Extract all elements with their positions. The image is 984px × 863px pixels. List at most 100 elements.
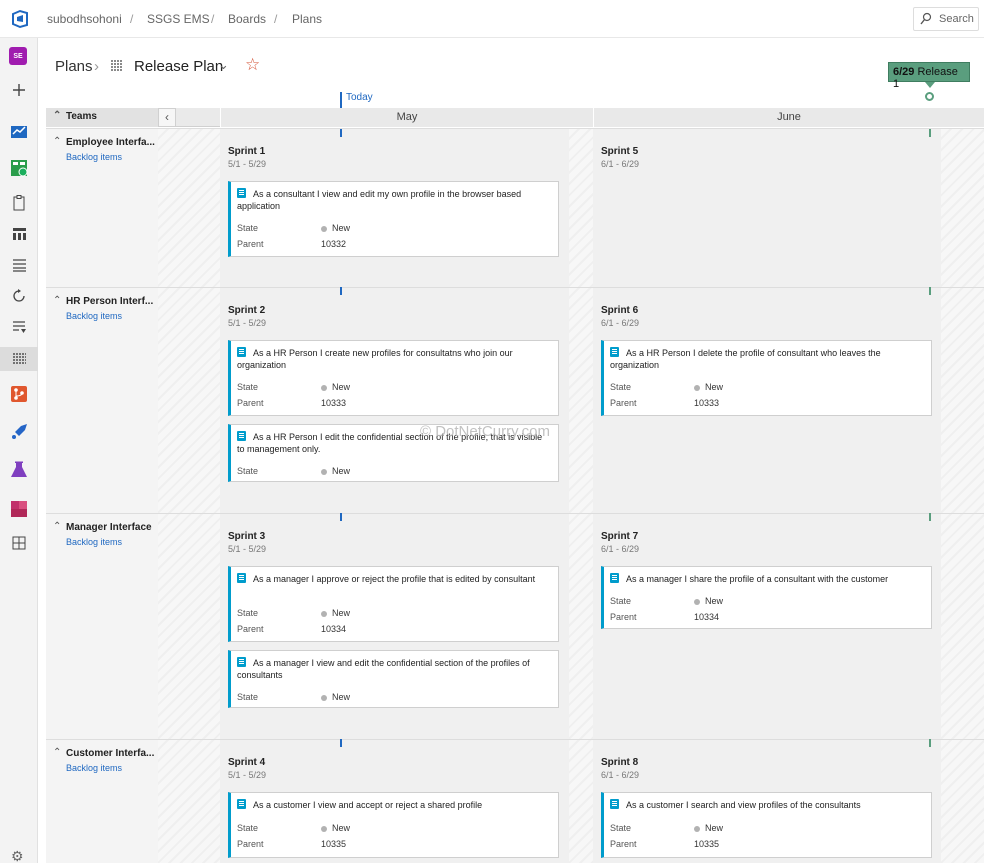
team-swimlane: ⌃ Manager Interface Backlog items Sprint… [46, 513, 984, 739]
parent-label: Parent [237, 239, 264, 249]
team-name[interactable]: Customer Interfa... [66, 748, 154, 759]
state-value: New [321, 608, 350, 618]
work-item-card[interactable]: As a consultant I view and edit my own p… [228, 181, 559, 257]
state-dot-icon [694, 598, 700, 605]
teams-header[interactable]: ⌃ Teams [46, 108, 158, 127]
state-value: New [694, 596, 723, 606]
chevron-up-icon[interactable]: ⌃ [53, 747, 61, 758]
breadcrumb-project[interactable]: SSGS EMS [147, 12, 210, 26]
parent-label: Parent [610, 839, 637, 849]
chevron-up-icon[interactable]: ⌃ [53, 521, 61, 532]
plan-title[interactable]: Release Plan [134, 58, 223, 75]
card-title[interactable]: As a HR Person I delete the profile of c… [610, 347, 925, 371]
parent-label: Parent [237, 398, 264, 408]
state-value: New [321, 382, 350, 392]
breadcrumb-org[interactable]: subodhsohoni [47, 12, 122, 26]
state-label: State [237, 823, 259, 833]
team-name[interactable]: HR Person Interf... [66, 296, 153, 307]
collapse-teams-button[interactable]: ‹ [158, 108, 176, 127]
backlog-items-link[interactable]: Backlog items [66, 311, 122, 321]
team-name[interactable]: Manager Interface [66, 522, 152, 533]
work-item-card[interactable]: As a customer I view and accept or rejec… [228, 792, 559, 858]
work-item-card[interactable]: As a HR Person I create new profiles for… [228, 340, 559, 416]
card-title[interactable]: As a HR Person I create new profiles for… [237, 347, 552, 371]
work-item-card[interactable]: As a manager I view and edit the confide… [228, 650, 559, 708]
backlog-items-link[interactable]: Backlog items [66, 537, 122, 547]
breadcrumb-boards[interactable]: Boards [228, 12, 266, 26]
pipelines-icon[interactable] [9, 422, 29, 442]
parent-label: Parent [237, 839, 264, 849]
team-swimlane: ⌃ HR Person Interf... Backlog items Spri… [46, 287, 984, 513]
search-box[interactable]: Search [913, 7, 979, 31]
backlog-items-link[interactable]: Backlog items [66, 763, 122, 773]
state-value: New [321, 692, 350, 702]
month-may: May [220, 108, 593, 127]
team-name[interactable]: Employee Interfa... [66, 137, 155, 148]
backlogs-icon[interactable] [9, 255, 29, 275]
sprints-icon[interactable] [9, 286, 29, 306]
parent-value[interactable]: 10334 [321, 624, 346, 634]
state-dot-icon [321, 610, 327, 617]
card-title[interactable]: As a manager I share the profile of a co… [610, 573, 925, 585]
plans-icon[interactable] [9, 349, 29, 369]
sprint-dates: 6/1 - 6/29 [601, 770, 640, 780]
chevron-up-icon[interactable]: ⌃ [53, 110, 61, 121]
card-title[interactable]: As a customer I search and view profiles… [610, 799, 925, 811]
repos-icon[interactable] [9, 384, 29, 404]
sprint-title[interactable]: Sprint 6 [601, 305, 638, 316]
chevron-down-icon[interactable]: ⌄ [218, 57, 229, 73]
card-title[interactable]: As a consultant I view and edit my own p… [237, 188, 552, 212]
today-line-segment [340, 513, 342, 521]
parent-value[interactable]: 10333 [321, 398, 346, 408]
team-swimlane: ⌃ Customer Interfa... Backlog items Spri… [46, 739, 984, 863]
work-item-card[interactable]: As a manager I approve or reject the pro… [228, 566, 559, 642]
chevron-up-icon[interactable]: ⌃ [53, 295, 61, 306]
sprint-title[interactable]: Sprint 7 [601, 531, 638, 542]
sprint-dates: 5/1 - 5/29 [228, 318, 267, 328]
state-label: State [237, 692, 259, 702]
work-items-icon[interactable] [9, 193, 29, 213]
plans-breadcrumb-link[interactable]: Plans [55, 58, 93, 75]
boards-icon[interactable] [9, 158, 29, 178]
board-grid-icon[interactable] [9, 224, 29, 244]
sprint-title[interactable]: Sprint 5 [601, 146, 638, 157]
parent-value[interactable]: 10332 [321, 239, 346, 249]
parent-value[interactable]: 10335 [321, 839, 346, 849]
artifacts-icon[interactable] [9, 499, 29, 519]
work-item-card[interactable]: As a customer I search and view profiles… [601, 792, 932, 858]
breadcrumb-plans[interactable]: Plans [292, 12, 322, 26]
card-title[interactable]: As a manager I view and edit the confide… [237, 657, 552, 681]
azure-devops-logo-icon[interactable] [10, 9, 30, 29]
queries-icon[interactable] [9, 317, 29, 337]
top-bar: subodhsohoni / SSGS EMS / Boards / Plans… [0, 0, 984, 38]
work-item-card[interactable]: As a HR Person I delete the profile of c… [601, 340, 932, 416]
watermark: © DotNetCurry.com [420, 423, 550, 440]
release-milestone-flag[interactable]: 6/29 Release 1 [888, 62, 970, 90]
overview-icon[interactable] [9, 120, 29, 140]
sprint-title[interactable]: Sprint 3 [228, 531, 265, 542]
parent-label: Parent [237, 624, 264, 634]
parent-value[interactable]: 10335 [694, 839, 719, 849]
parent-value[interactable]: 10334 [694, 612, 719, 622]
grid-extension-icon[interactable] [9, 533, 29, 553]
chevron-up-icon[interactable]: ⌃ [53, 136, 61, 147]
plus-icon[interactable] [9, 80, 29, 100]
state-label: State [237, 608, 259, 618]
release-line-segment [929, 513, 931, 521]
favorite-star-icon[interactable]: ☆ [245, 55, 260, 75]
sprint-title[interactable]: Sprint 2 [228, 305, 265, 316]
sprint-title[interactable]: Sprint 4 [228, 757, 265, 768]
breadcrumb-separator: / [274, 12, 278, 26]
work-item-card[interactable]: As a manager I share the profile of a co… [601, 566, 932, 629]
settings-gear-icon[interactable]: ⚙ [11, 848, 24, 863]
parent-value[interactable]: 10333 [694, 398, 719, 408]
avatar[interactable]: SE [9, 47, 27, 65]
sprint-title[interactable]: Sprint 8 [601, 757, 638, 768]
sprint-title[interactable]: Sprint 1 [228, 146, 265, 157]
card-title[interactable]: As a customer I view and accept or rejec… [237, 799, 552, 811]
state-dot-icon [694, 384, 700, 391]
state-dot-icon [321, 468, 327, 475]
card-title[interactable]: As a manager I approve or reject the pro… [237, 573, 552, 585]
backlog-items-link[interactable]: Backlog items [66, 152, 122, 162]
test-plans-icon[interactable] [9, 460, 29, 480]
